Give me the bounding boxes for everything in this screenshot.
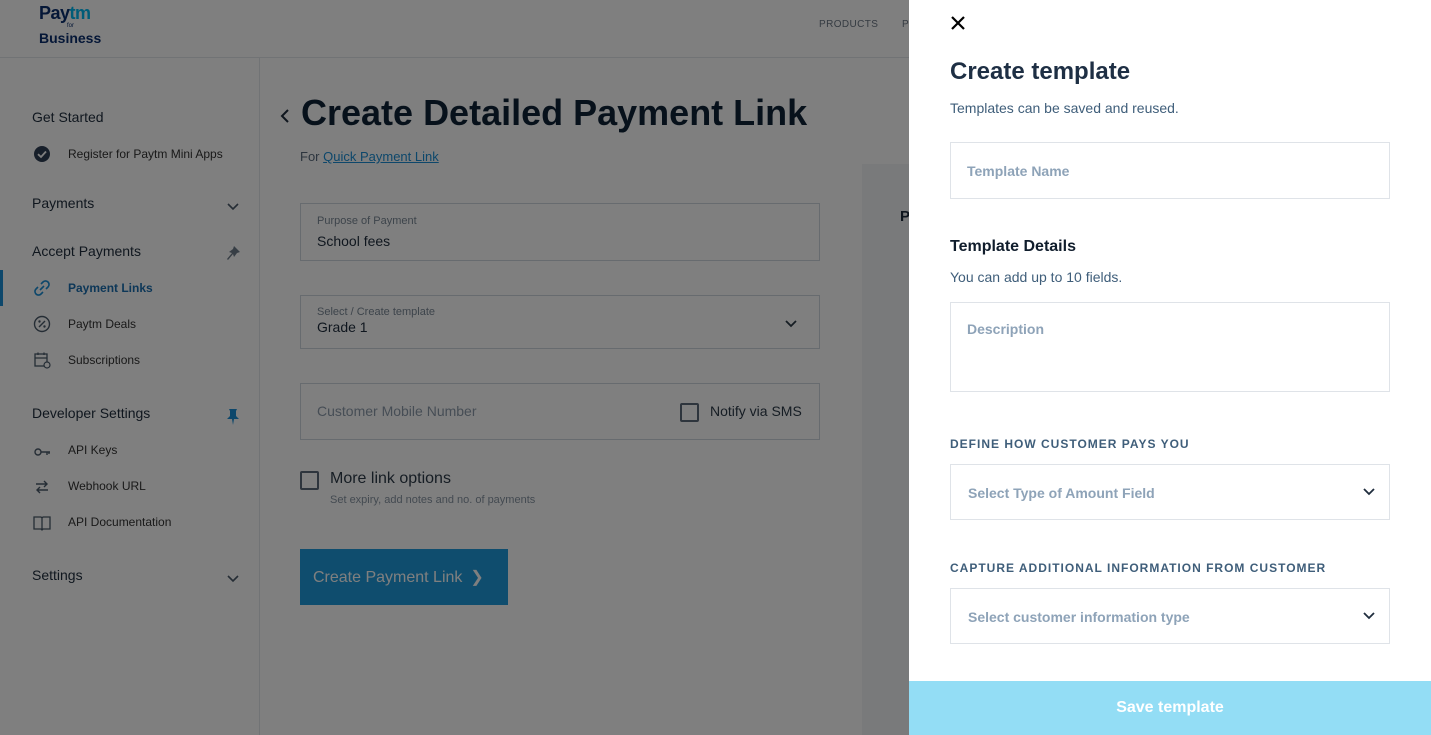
save-template-button[interactable]: Save template	[909, 681, 1431, 735]
modal-backdrop[interactable]	[0, 0, 909, 735]
drawer-subtitle: Templates can be saved and reused.	[950, 100, 1179, 116]
create-template-drawer: Create template Templates can be saved a…	[909, 0, 1431, 735]
drawer-title: Create template	[950, 58, 1131, 85]
customer-info-placeholder: Select customer information type	[968, 609, 1190, 625]
description-input[interactable]	[950, 302, 1390, 392]
amount-type-select[interactable]: Select Type of Amount Field	[950, 464, 1390, 520]
define-payment-heading: DEFINE HOW CUSTOMER PAYS YOU	[950, 437, 1190, 451]
customer-info-select[interactable]: Select customer information type	[950, 588, 1390, 644]
chevron-down-icon	[1363, 612, 1375, 620]
amount-type-placeholder: Select Type of Amount Field	[968, 485, 1155, 501]
chevron-down-icon	[1363, 488, 1375, 496]
template-name-input[interactable]	[950, 142, 1390, 199]
close-icon[interactable]	[949, 14, 967, 32]
capture-info-heading: CAPTURE ADDITIONAL INFORMATION FROM CUST…	[950, 561, 1327, 575]
template-details-heading: Template Details	[950, 238, 1076, 255]
template-details-sub: You can add up to 10 fields.	[950, 269, 1123, 285]
